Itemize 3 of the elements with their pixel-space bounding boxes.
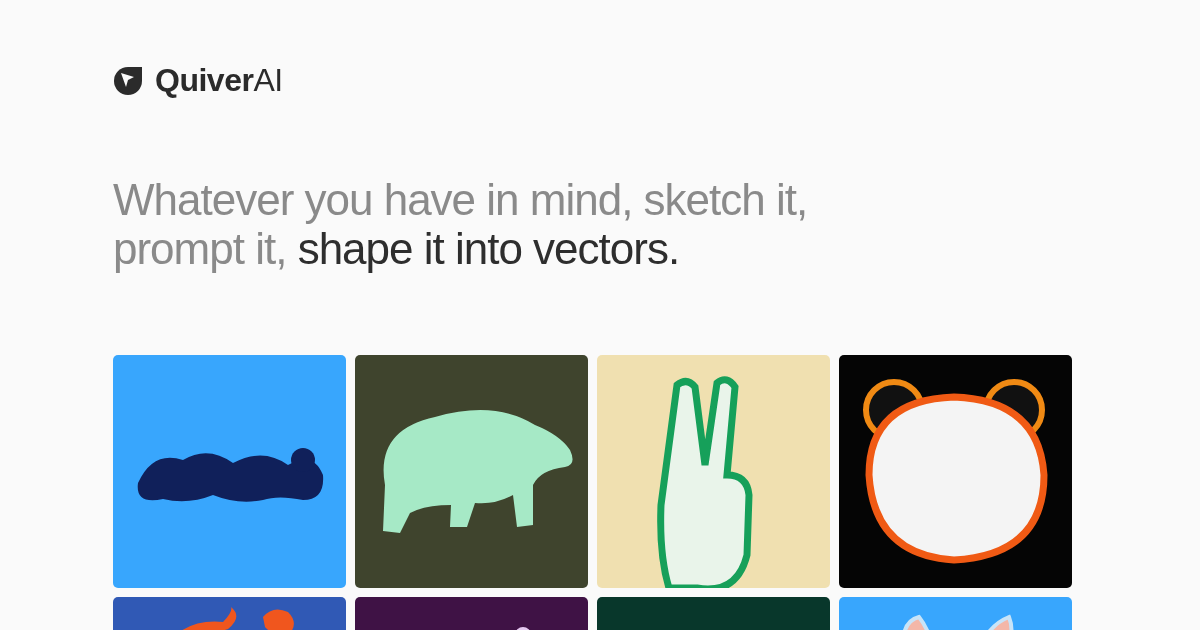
brand-name[interactable]: QuiverAI — [155, 62, 283, 99]
headline: Whatever you have in mind, sketch it, prompt it, shape it into vectors. — [113, 175, 809, 273]
logo-icon — [113, 65, 143, 96]
